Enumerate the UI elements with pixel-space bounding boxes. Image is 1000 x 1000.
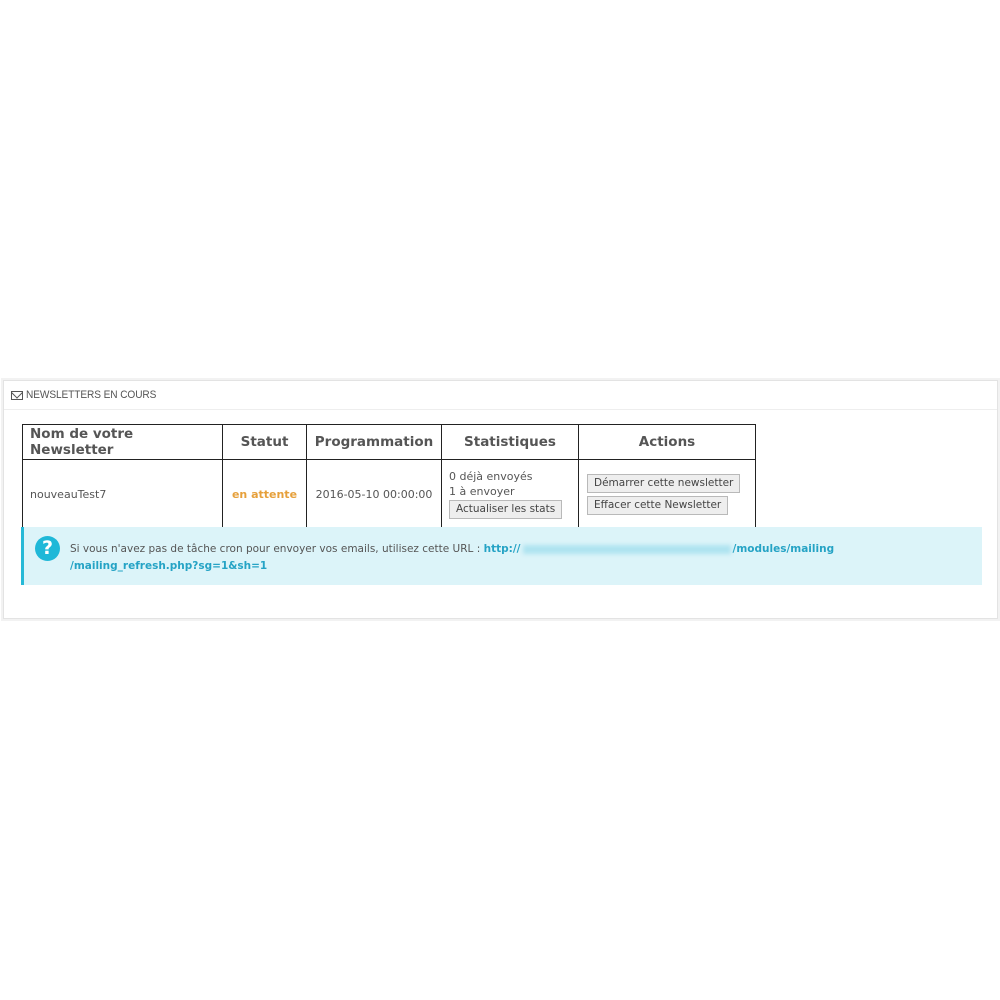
header-schedule: Programmation (306, 424, 442, 460)
header-statistics: Statistiques (441, 424, 579, 460)
refresh-stats-button[interactable]: Actualiser les stats (449, 500, 563, 519)
header-status: Statut (222, 424, 307, 460)
url-prefix: http:// (483, 543, 521, 555)
panel-heading: NEWSLETTERS EN COURS (4, 381, 997, 410)
table-row: nouveauTest7 en attente 2016-05-10 00:00… (22, 459, 756, 529)
url-suffix: /modules/mailing (732, 543, 835, 555)
newsletter-name: nouveauTest7 (22, 459, 223, 529)
status-cell: en attente (222, 459, 307, 529)
question-icon: ? (35, 536, 60, 561)
stats-to-send: 1 à envoyer (449, 485, 515, 498)
status-badge: en attente (231, 487, 298, 501)
statistics-cell: 0 déjà envoyés 1 à envoyer Actualiser le… (441, 459, 579, 529)
alert-message: Si vous n'avez pas de tâche cron pour en… (70, 541, 972, 575)
header-name: Nom de votre Newsletter (22, 424, 223, 460)
stats-sent: 0 déjà envoyés (449, 470, 533, 483)
alert-text: Si vous n'avez pas de tâche cron pour en… (70, 543, 481, 555)
envelope-icon (11, 390, 23, 400)
cron-info-alert: ? Si vous n'avez pas de tâche cron pour … (21, 527, 982, 585)
header-actions: Actions (578, 424, 756, 460)
newsletters-table: Nom de votre Newsletter Statut Programma… (22, 424, 756, 529)
schedule-cell: 2016-05-10 00:00:00 (306, 459, 442, 529)
table-header-row: Nom de votre Newsletter Statut Programma… (22, 424, 756, 460)
panel-title: NEWSLETTERS EN COURS (26, 389, 157, 401)
newsletters-panel: NEWSLETTERS EN COURS Nom de votre Newsle… (3, 380, 998, 619)
delete-newsletter-button[interactable]: Effacer cette Newsletter (587, 495, 729, 515)
blurred-domain (522, 544, 731, 554)
actions-cell: Démarrer cette newsletter Effacer cette … (578, 459, 756, 529)
url-line2: /mailing_refresh.php?sg=1&sh=1 (70, 560, 268, 572)
start-newsletter-button[interactable]: Démarrer cette newsletter (587, 473, 741, 493)
